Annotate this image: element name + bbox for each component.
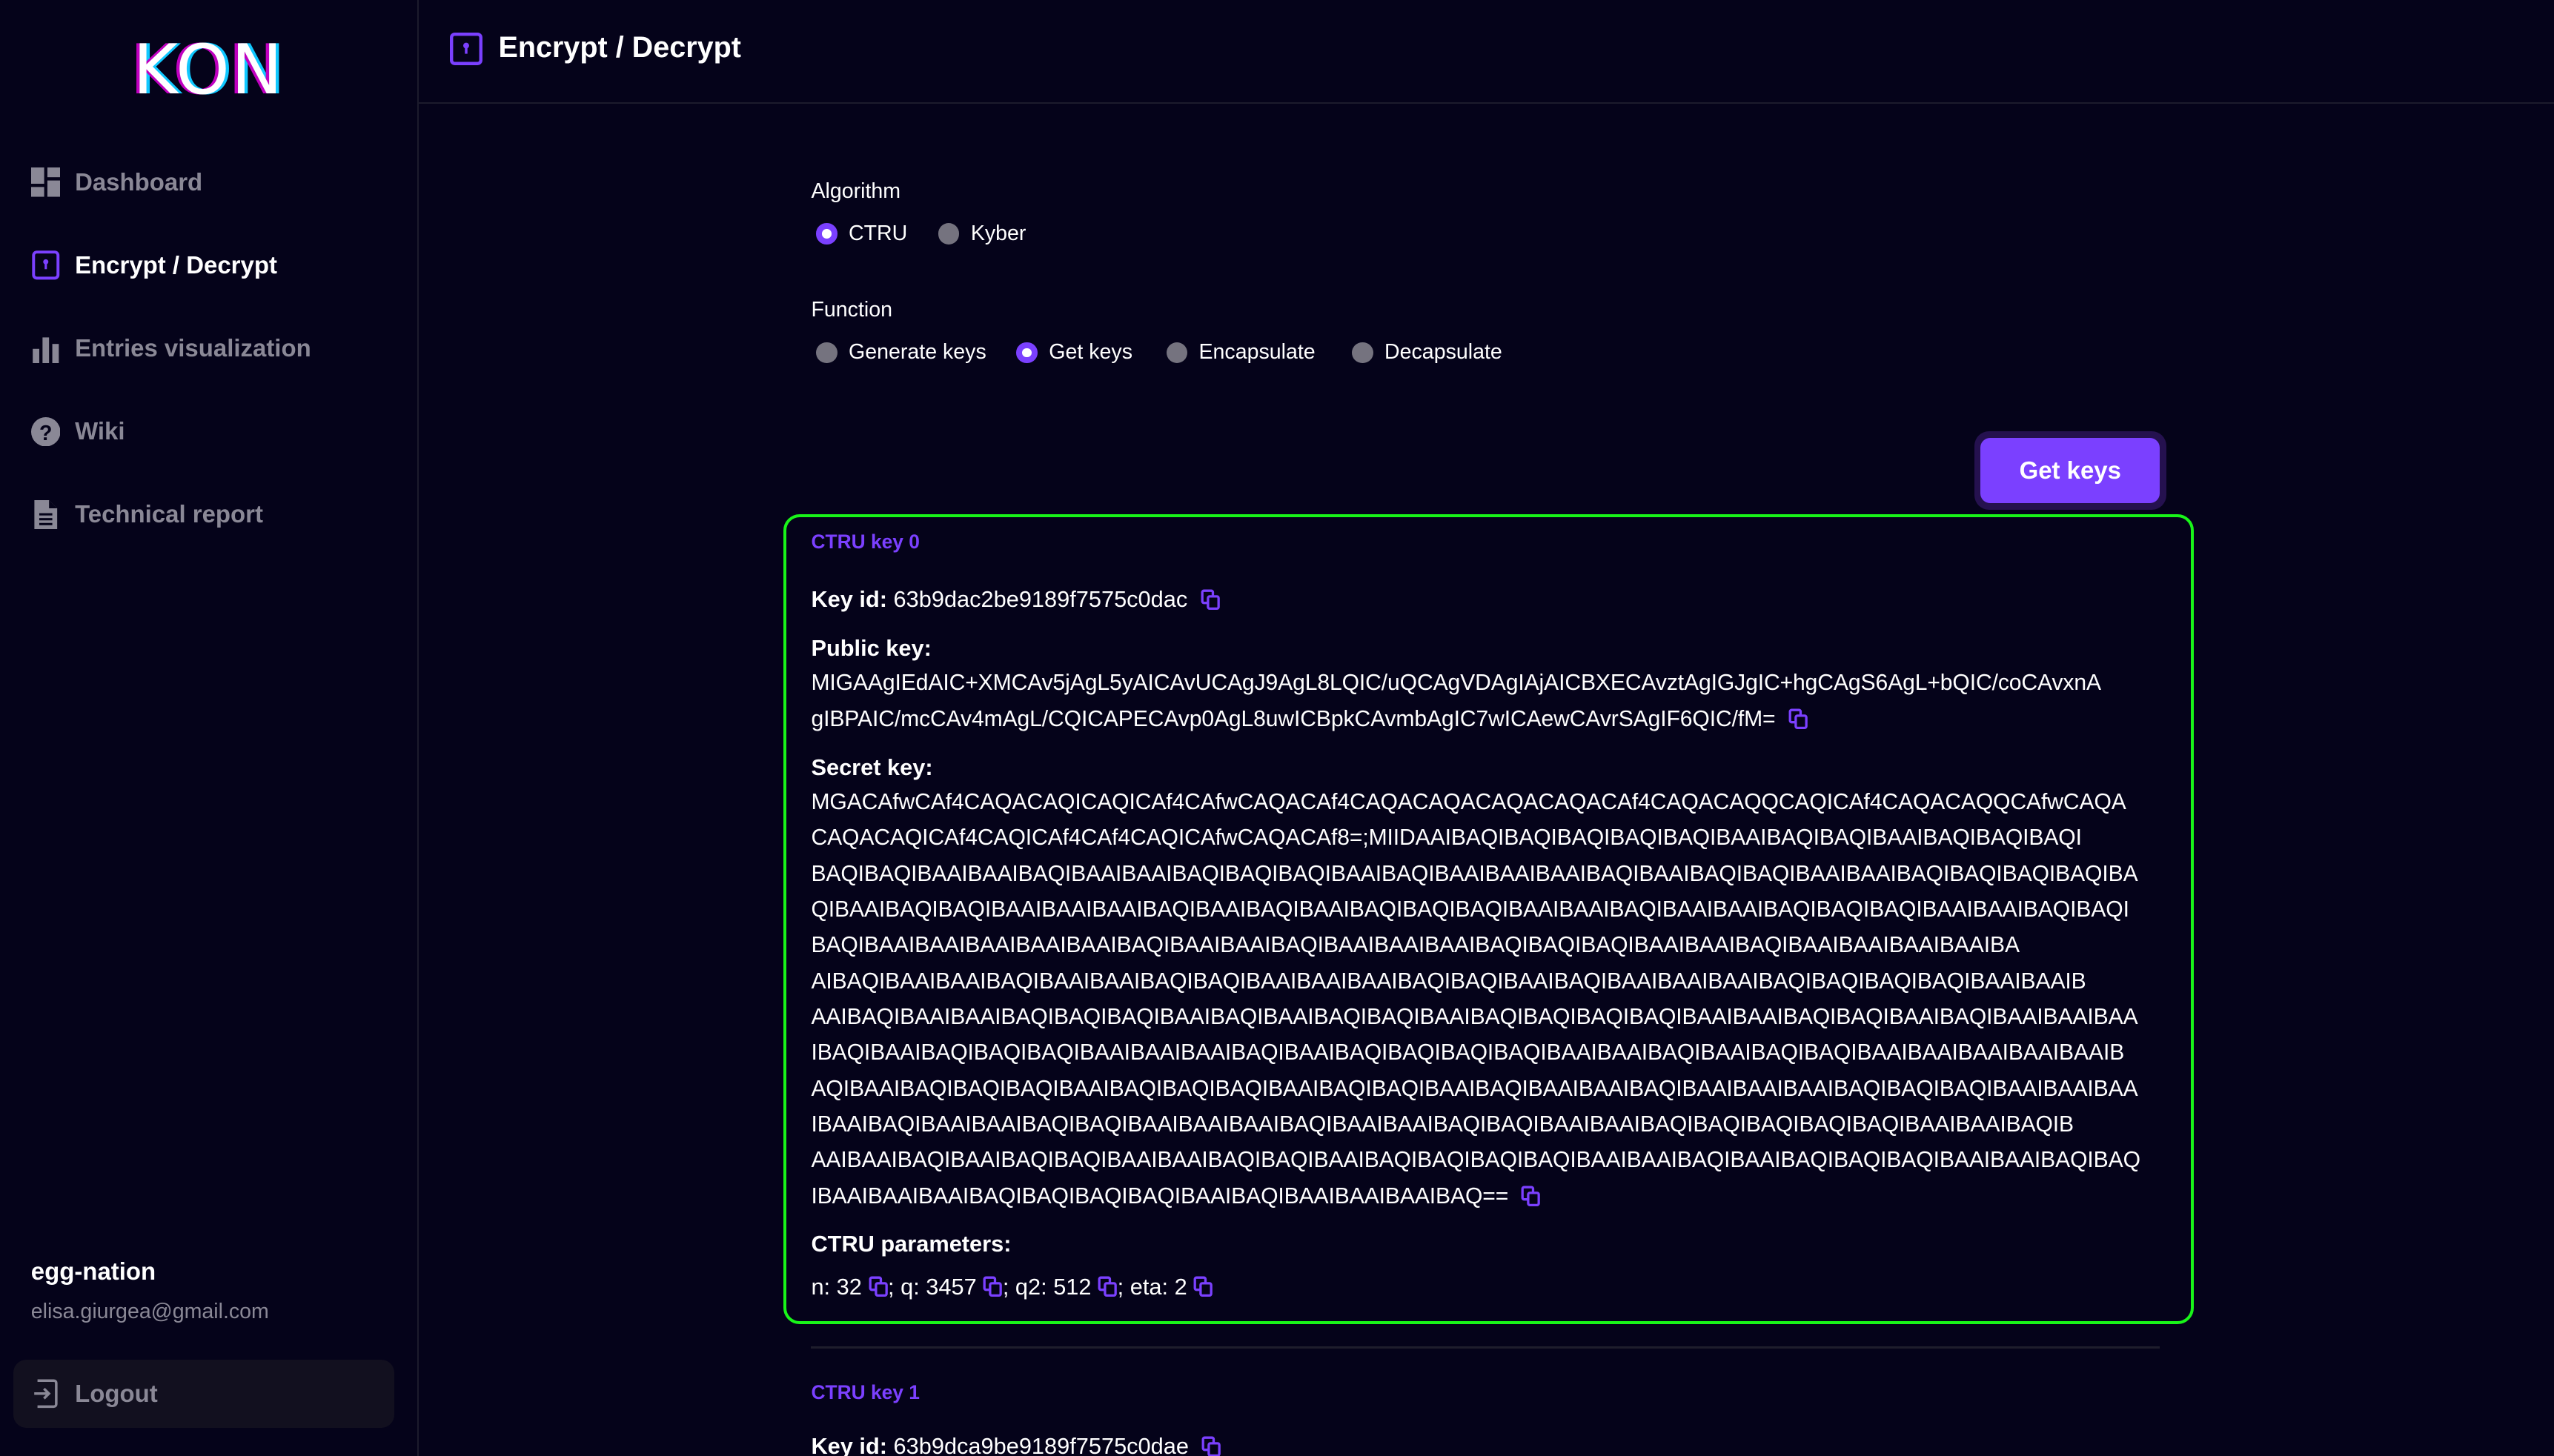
key-id-value: 63b9dca9be9189f7575c0dae	[893, 1432, 1189, 1456]
secret-key-label-text: Secret key:	[811, 754, 933, 780]
copy-icon[interactable]	[1521, 1186, 1541, 1207]
radio-get-keys[interactable]: Get keys	[1016, 340, 1132, 365]
get-keys-button-label: Get keys	[1980, 438, 2160, 504]
public-key-line: MIGAAgIEdAIC+XMCAv5jAgL5yAICAvUCAgJ9AgL8…	[811, 671, 2101, 696]
secret-key-line: CAQACAQICAf4CAQICAf4CAf4CAQICAfwCAQACAf8…	[811, 825, 2082, 851]
secret-key-line: QIBAAIBAQIBAQIBAAIBAAIBAAIBAQIBAAIBAQIBA…	[811, 897, 2129, 922]
secret-key-line: IBAAIBAQIBAAIBAAIBAQIBAQIBAAIBAAIBAAIBAQ…	[811, 1112, 2074, 1137]
radio-unselected-icon	[1166, 342, 1188, 364]
param-eta: ; eta: 2	[1117, 1273, 1187, 1300]
sidebar-item-label: Encrypt / Decrypt	[75, 251, 277, 279]
sidebar-item-entries-visualization[interactable]: Entries visualization	[31, 329, 311, 368]
sidebar-item-technical-report[interactable]: Technical report	[31, 495, 263, 534]
public-key-label-text: Public key:	[811, 635, 932, 662]
secret-key-line: AQIBAAIBAQIBAQIBAQIBAAIBAQIBAQIBAQIBAAIB…	[811, 1076, 2138, 1101]
logo[interactable]: KON	[0, 30, 417, 110]
params-label-text: CTRU parameters:	[811, 1231, 1012, 1257]
lock-icon	[449, 32, 482, 65]
key-id-value: 63b9dac2be9189f7575c0dac	[893, 586, 1188, 613]
sidebar-item-label: Entries visualization	[75, 334, 311, 362]
sidebar-item-wiki[interactable]: ? Wiki	[30, 412, 125, 451]
radio-label: CTRU	[848, 221, 908, 245]
radio-encapsulate[interactable]: Encapsulate	[1166, 340, 1316, 365]
sidebar-item-label: Dashboard	[75, 168, 203, 196]
document-icon	[34, 499, 57, 530]
secret-key-line: IBAAIBAAIBAAIBAQIBAQIBAQIBAQIBAAIBAQIBAA…	[811, 1183, 1541, 1209]
radio-decapsulate[interactable]: Decapsulate	[1352, 340, 1502, 365]
secret-key-text: IBAAIBAAIBAAIBAQIBAQIBAQIBAQIBAAIBAQIBAA…	[811, 1183, 1509, 1209]
copy-icon[interactable]	[1098, 1276, 1118, 1297]
logout-icon	[34, 1379, 58, 1409]
secret-key-line: AAIBAAIBAQIBAAIBAQIBAQIBAAIBAAIBAQIBAQIB…	[811, 1148, 2140, 1173]
public-key-text: gIBPAIC/mcCAv4mAgL/CQICAPECAvp0AgL8uwICB…	[811, 706, 1776, 731]
radio-label: Encapsulate	[1198, 340, 1316, 365]
radio-unselected-icon	[816, 342, 837, 364]
lock-icon	[32, 250, 59, 280]
secret-key-line: AAIBAQIBAAIBAAIBAQIBAQIBAQIBAAIBAQIBAAIB…	[811, 1004, 2138, 1029]
public-key-line: gIBPAIC/mcCAv4mAgL/CQICAPECAvp0AgL8uwICB…	[811, 706, 1808, 732]
param-q2: ; q2: 512	[1002, 1273, 1092, 1300]
page-title: Encrypt / Decrypt	[498, 30, 741, 64]
get-keys-button[interactable]: Get keys	[1974, 431, 2166, 510]
bar-chart-icon	[32, 336, 59, 364]
params-row: n: 32 ; q: 3457 ; q2: 512 ; eta: 2	[811, 1274, 1213, 1300]
radio-label: Generate keys	[848, 340, 986, 365]
key-id-row: Key id: 63b9dca9be9189f7575c0dae	[811, 1433, 1221, 1456]
sidebar: KON Dashboard Encrypt / Decrypt Entries …	[0, 0, 419, 1456]
user-email: elisa.giurgea@gmail.com	[30, 1299, 269, 1323]
secret-key-line: BAQIBAQIBAAIBAAIBAQIBAAIBAAIBAQIBAQIBAQI…	[811, 861, 2138, 886]
copy-icon[interactable]	[1788, 708, 1808, 730]
key-title: CTRU key 0	[811, 531, 920, 554]
copy-icon[interactable]	[1201, 589, 1220, 611]
user-name: egg-nation	[30, 1257, 156, 1285]
copy-icon[interactable]	[869, 1276, 888, 1297]
radio-label: Kyber	[970, 221, 1026, 245]
page-header: Encrypt / Decrypt	[418, 0, 2554, 104]
key-title: CTRU key 1	[811, 1380, 920, 1403]
sidebar-item-dashboard[interactable]: Dashboard	[30, 163, 203, 202]
params-label: CTRU parameters:	[811, 1231, 1011, 1257]
key-divider	[811, 1346, 2160, 1349]
param-n: n: 32	[811, 1273, 862, 1300]
sidebar-item-label: Technical report	[75, 500, 263, 528]
radio-unselected-icon	[938, 223, 960, 245]
radio-generate-keys[interactable]: Generate keys	[816, 340, 986, 365]
radio-selected-icon	[816, 223, 837, 245]
sidebar-item-encrypt-decrypt[interactable]: Encrypt / Decrypt	[31, 246, 277, 285]
copy-icon[interactable]	[1201, 1436, 1221, 1456]
function-label: Function	[811, 298, 893, 322]
secret-key-line: AIBAQIBAAIBAAIBAQIBAAIBAAIBAQIBAQIBAAIBA…	[811, 968, 2086, 994]
param-q: ; q: 3457	[888, 1273, 977, 1300]
radio-selected-icon	[1016, 342, 1038, 364]
algorithm-label: Algorithm	[811, 179, 901, 203]
secret-key-label: Secret key:	[811, 754, 932, 781]
secret-key-line: MGACAfwCAf4CAQACAQICAQICAf4CAfwCAQACAf4C…	[811, 789, 2126, 814]
logout-label: Logout	[75, 1380, 158, 1408]
key-id-label: Key id:	[811, 586, 887, 613]
logout-button[interactable]: Logout	[13, 1360, 394, 1429]
sidebar-item-label: Wiki	[75, 417, 125, 445]
public-key-label: Public key:	[811, 635, 931, 662]
dashboard-icon	[30, 167, 61, 197]
copy-icon[interactable]	[983, 1276, 1003, 1297]
svg-text:?: ?	[39, 421, 52, 445]
radio-unselected-icon	[1352, 342, 1373, 364]
key-id-row: Key id: 63b9dac2be9189f7575c0dac	[811, 586, 1220, 613]
secret-key-line: BAQIBAAIBAAIBAAIBAAIBAAIBAQIBAAIBAAIBAQI…	[811, 933, 2020, 958]
copy-icon[interactable]	[1193, 1276, 1213, 1297]
radio-kyber[interactable]: Kyber	[938, 222, 1026, 246]
radio-label: Decapsulate	[1384, 340, 1502, 365]
key-id-label: Key id:	[811, 1432, 887, 1456]
app-root: KON Dashboard Encrypt / Decrypt Entries …	[0, 0, 2554, 1456]
radio-ctru[interactable]: CTRU	[816, 222, 907, 246]
help-icon: ?	[30, 416, 61, 447]
secret-key-line: IBAQIBAAIBAQIBAQIBAQIBAAIBAAIBAAIBAQIBAA…	[811, 1040, 2125, 1066]
radio-label: Get keys	[1049, 340, 1132, 365]
